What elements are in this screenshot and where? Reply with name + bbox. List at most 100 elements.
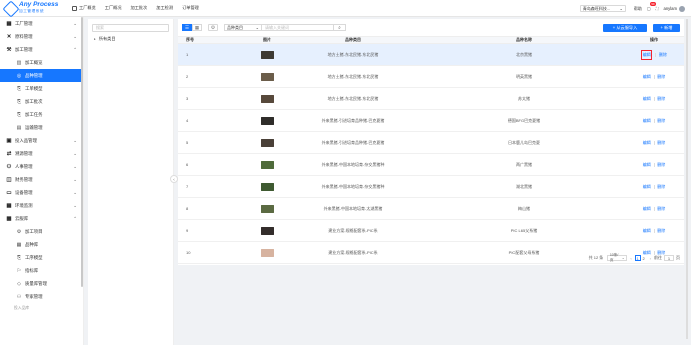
sidebar-item[interactable]: ▥ 加工概览 — [0, 56, 83, 69]
edit-button[interactable]: 编辑 — [641, 49, 653, 60]
delete-button[interactable]: 删除 — [659, 52, 667, 58]
sidebar-item-label: 工单模型 — [25, 85, 43, 91]
variety-thumbnail[interactable] — [260, 226, 274, 235]
delete-button[interactable]: 删除 — [657, 206, 665, 212]
goto-page-input[interactable]: 1 — [664, 255, 674, 261]
delete-button[interactable]: 删除 — [657, 228, 665, 234]
sidebar-item[interactable]: ▦ 工厂管理 ⌄ — [0, 17, 83, 30]
chevron-down-icon: ⌄ — [255, 25, 259, 30]
help-button[interactable]: 帮助 — [634, 6, 642, 12]
sidebar-item[interactable]: ⎘ 加工批次 — [0, 95, 83, 108]
main-scrollbar[interactable] — [686, 19, 688, 339]
page-size-select[interactable]: 10条/页 ⌄ — [607, 253, 628, 262]
sidebar-item[interactable]: ▤ 运输管理 — [0, 121, 83, 134]
table-row[interactable]: 4 外来黑猪-引进培育品种猪-巴克夏猪 德国BFG巴克夏猪 编辑 删除 — [178, 110, 684, 132]
sidebar-item[interactable]: ▭ 设备管理 ⌄ — [0, 186, 83, 199]
variety-thumbnail[interactable] — [260, 50, 274, 59]
edit-button[interactable]: 编辑 — [643, 140, 651, 146]
page-number-button[interactable]: 2 — [641, 255, 647, 261]
table-row[interactable]: 5 外来黑猪-引进培育品种猪-巴克夏猪 日本鹿儿岛巴克夏 编辑 删除 — [178, 132, 684, 154]
sidebar-item[interactable]: ⚇ 专家管理 — [0, 290, 83, 303]
delete-button[interactable]: 删除 — [657, 96, 665, 102]
sidebar-item[interactable]: ⚒ 加工管理 ⌃ — [0, 43, 83, 56]
chevron-down-icon: ⌄ — [73, 176, 77, 182]
sidebar-item[interactable]: ⚐ 指标库 — [0, 264, 83, 277]
sidebar-item[interactable]: ▦ 品种库 — [0, 238, 83, 251]
topnav-item[interactable]: 订单管理 — [182, 5, 199, 11]
cell-no: 4 — [186, 118, 189, 123]
variety-thumbnail[interactable] — [260, 182, 274, 191]
grid-view-button[interactable]: ▦ — [192, 24, 202, 31]
table-row[interactable]: 6 外来黑猪-中国本地培育-杂交黑猪种 两广黑猪 编辑 删除 — [178, 154, 684, 176]
variety-thumbnail[interactable] — [260, 72, 274, 81]
header-no: 序号 — [186, 37, 194, 42]
sidebar-item[interactable]: ⚙ 加工项目 — [0, 225, 83, 238]
prev-page-button[interactable]: ‹ — [630, 256, 631, 261]
table-row[interactable]: 1 地方土猪-东北民猪-东北民猪 北京黑猪 编辑 删除 — [178, 44, 684, 66]
topnav-item[interactable]: 加工检测 — [156, 5, 173, 11]
search-button[interactable]: ⌕ — [334, 24, 346, 31]
edit-button[interactable]: 编辑 — [643, 74, 651, 80]
table-row[interactable]: 7 外来黑猪-中国本地培育-杂交黑猪种 湖北黑猪 编辑 删除 — [178, 176, 684, 198]
sidebar-item[interactable]: ▦ 环境监测 ⌄ — [0, 199, 83, 212]
import-from-cloud-button[interactable]: + 从云服导入 — [603, 24, 647, 32]
topnav-label: 工厂概览 — [79, 5, 96, 10]
next-page-button[interactable]: › — [650, 256, 651, 261]
goto-label: 前往 — [654, 255, 662, 260]
sidebar-item-label: 工厂管理 — [15, 20, 33, 26]
list-view-button[interactable]: ☰ — [182, 24, 192, 31]
variety-thumbnail[interactable] — [260, 138, 274, 147]
table-row[interactable]: 9 建业方案-规格配套系-PIC系 PIC L65父系猪 编辑 删除 — [178, 220, 684, 242]
cell-name: 德国BFG巴克夏猪 — [507, 117, 541, 123]
delete-button[interactable]: 删除 — [657, 140, 665, 146]
edit-button[interactable]: 编辑 — [643, 228, 651, 234]
delete-button[interactable]: 删除 — [657, 118, 665, 124]
table-row[interactable]: 2 地方土猪-东北民猪-东北民猪 明英黑猪 编辑 删除 — [178, 66, 684, 88]
avatar — [679, 5, 685, 12]
search-input[interactable]: 请输入关键词 — [262, 24, 334, 31]
delete-button[interactable]: 删除 — [657, 74, 665, 80]
edit-button[interactable]: 编辑 — [643, 96, 651, 102]
cell-category: 地方土猪-东北民猪-东北民猪 — [327, 73, 379, 79]
sidebar-item[interactable]: ✕ 原料管理 ⌄ — [0, 30, 83, 43]
column-settings-button[interactable]: ⚙ — [208, 24, 218, 31]
tree-node-all[interactable]: ▸ 所有类目 — [94, 36, 173, 42]
variety-thumbnail[interactable] — [260, 160, 274, 169]
user-menu[interactable]: anylam — [664, 5, 685, 12]
table-row[interactable]: 3 地方土猪-东北民猪-东北民猪 苏太猪 编辑 删除 — [178, 88, 684, 110]
sidebar-item[interactable]: ◎ 品种管理 — [0, 69, 83, 82]
table-row[interactable]: 8 外来黑猪-中国本地培育-太湖黑猪 梅山猪 编辑 删除 — [178, 198, 684, 220]
collapse-panel-button[interactable]: ‹ — [170, 175, 178, 183]
tree-search-input[interactable]: 搜索 — [92, 24, 169, 32]
delete-button[interactable]: 删除 — [657, 162, 665, 168]
chevron-down-icon: ⌄ — [621, 256, 625, 260]
sidebar-item-label: 品种库 — [25, 241, 39, 247]
variety-thumbnail[interactable] — [260, 116, 274, 125]
edit-button[interactable]: 编辑 — [643, 162, 651, 168]
sidebar-item[interactable]: ▩ 云服库 ⌃ — [0, 212, 83, 225]
add-button[interactable]: + 新增 — [653, 24, 680, 32]
topnav-item[interactable]: 工厂概览 — [72, 5, 96, 11]
sidebar-item[interactable]: ⎘ 工序模型 — [0, 251, 83, 264]
delete-button[interactable]: 删除 — [657, 184, 665, 190]
variety-thumbnail[interactable] — [260, 94, 274, 103]
sidebar-item[interactable]: ◫ 财务管理 ⌄ — [0, 173, 83, 186]
topnav-item[interactable]: 工厂概况 — [105, 5, 122, 11]
variety-thumbnail[interactable] — [260, 204, 274, 213]
sidebar-item[interactable]: ⎘ 加工任务 — [0, 108, 83, 121]
topnav-item[interactable]: 加工批次 — [131, 5, 148, 11]
edit-button[interactable]: 编辑 — [643, 184, 651, 190]
fullscreen-button[interactable]: ⛶ — [656, 6, 659, 11]
notification-button[interactable]: ▢ 99 — [647, 2, 656, 11]
sidebar-item[interactable]: ⇄ 溯源管理 ⌄ — [0, 147, 83, 160]
sidebar-item[interactable]: ⚇ 人事管理 ⌄ — [0, 160, 83, 173]
sidebar-item-label: 加工概览 — [25, 59, 43, 65]
sidebar-scrollbar[interactable] — [81, 17, 83, 287]
factory-select[interactable]: 青岛森旺科技... ⌄ — [579, 5, 626, 12]
edit-button[interactable]: 编辑 — [643, 206, 651, 212]
edit-button[interactable]: 编辑 — [643, 118, 651, 124]
search-field-select[interactable]: 品种类目 ⌄ — [224, 24, 262, 31]
sidebar-item[interactable]: ◇ 质量库管理 — [0, 277, 83, 290]
sidebar-item[interactable]: ⎘ 工单模型 — [0, 82, 83, 95]
sidebar-item[interactable]: ▣ 投入品管理 ⌄ — [0, 134, 83, 147]
